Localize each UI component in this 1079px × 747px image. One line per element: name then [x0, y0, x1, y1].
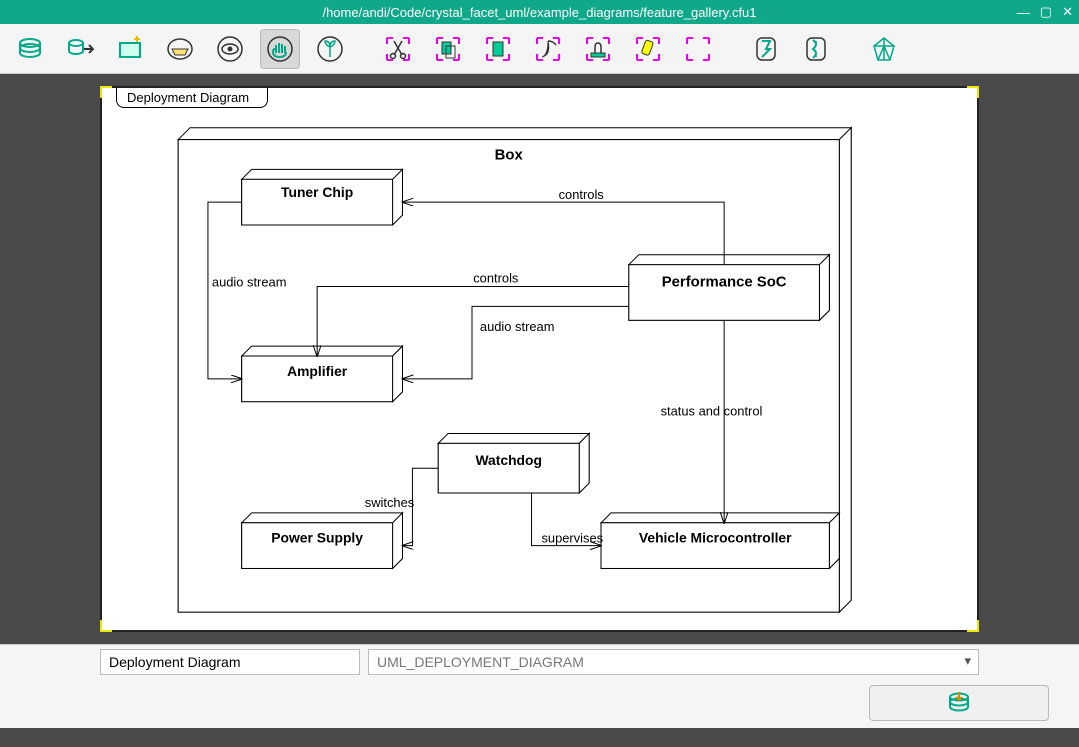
eye-icon[interactable] — [210, 29, 250, 69]
svg-text:Amplifier: Amplifier — [287, 363, 348, 379]
node-watchdog[interactable]: Watchdog — [438, 433, 589, 493]
node-soc[interactable]: Performance SoC — [629, 255, 830, 321]
svg-text:Vehicle Microcontroller: Vehicle Microcontroller — [639, 530, 792, 546]
canvas-area: Deployment Diagram Box Tuner — [0, 74, 1079, 644]
svg-text:audio stream: audio stream — [212, 275, 287, 290]
svg-text:supervises: supervises — [541, 531, 603, 546]
new-window-icon[interactable] — [110, 29, 150, 69]
action-row — [0, 678, 1079, 728]
folder-icon[interactable] — [160, 29, 200, 69]
svg-text:Watchdog: Watchdog — [475, 452, 542, 468]
cut-icon[interactable] — [378, 29, 418, 69]
maximize-button[interactable]: ▢ — [1040, 4, 1052, 20]
diagram-svg[interactable]: Box Tuner Chip Performance SoC — [102, 88, 977, 630]
diagram-canvas[interactable]: Deployment Diagram Box Tuner — [100, 86, 979, 632]
minimize-button[interactable]: — — [1017, 5, 1030, 20]
node-amplifier[interactable]: Amplifier — [242, 346, 403, 402]
copy-icon[interactable] — [428, 29, 468, 69]
svg-text:audio stream: audio stream — [480, 319, 555, 334]
delete-icon[interactable] — [528, 29, 568, 69]
close-button[interactable]: ✕ — [1062, 4, 1073, 20]
stamp-icon[interactable] — [578, 29, 618, 69]
diagram-tab-label: Deployment Diagram — [116, 88, 268, 108]
node-power[interactable]: Power Supply — [242, 513, 403, 569]
crystal-icon[interactable] — [864, 29, 904, 69]
window-title: /home/andi/Code/crystal_facet_uml/exampl… — [322, 5, 756, 20]
svg-text:Performance SoC: Performance SoC — [662, 275, 787, 291]
reset-icon[interactable] — [678, 29, 718, 69]
svg-text:Box: Box — [495, 147, 524, 163]
svg-text:switches: switches — [365, 495, 414, 510]
redo-icon[interactable] — [796, 29, 836, 69]
svg-text:controls: controls — [473, 271, 518, 286]
svg-text:controls: controls — [559, 187, 604, 202]
commit-icon — [946, 690, 972, 716]
properties-bar — [0, 644, 1079, 678]
export-icon[interactable] — [60, 29, 100, 69]
database-icon[interactable] — [10, 29, 50, 69]
commit-button[interactable] — [869, 685, 1049, 721]
highlight-icon[interactable] — [628, 29, 668, 69]
element-name-input[interactable] — [100, 649, 360, 675]
svg-text:Tuner Chip: Tuner Chip — [281, 184, 353, 200]
svg-text:status and control: status and control — [661, 404, 763, 419]
paste-icon[interactable] — [478, 29, 518, 69]
hand-icon[interactable] — [260, 29, 300, 69]
plant-icon[interactable] — [310, 29, 350, 69]
svg-text:Power Supply: Power Supply — [271, 530, 363, 546]
node-tuner[interactable]: Tuner Chip — [242, 169, 403, 225]
node-vehicle[interactable]: Vehicle Microcontroller — [601, 513, 839, 569]
undo-icon[interactable] — [746, 29, 786, 69]
title-bar: /home/andi/Code/crystal_facet_uml/exampl… — [0, 0, 1079, 24]
toolbar — [0, 24, 1079, 74]
element-type-select[interactable] — [368, 649, 979, 675]
